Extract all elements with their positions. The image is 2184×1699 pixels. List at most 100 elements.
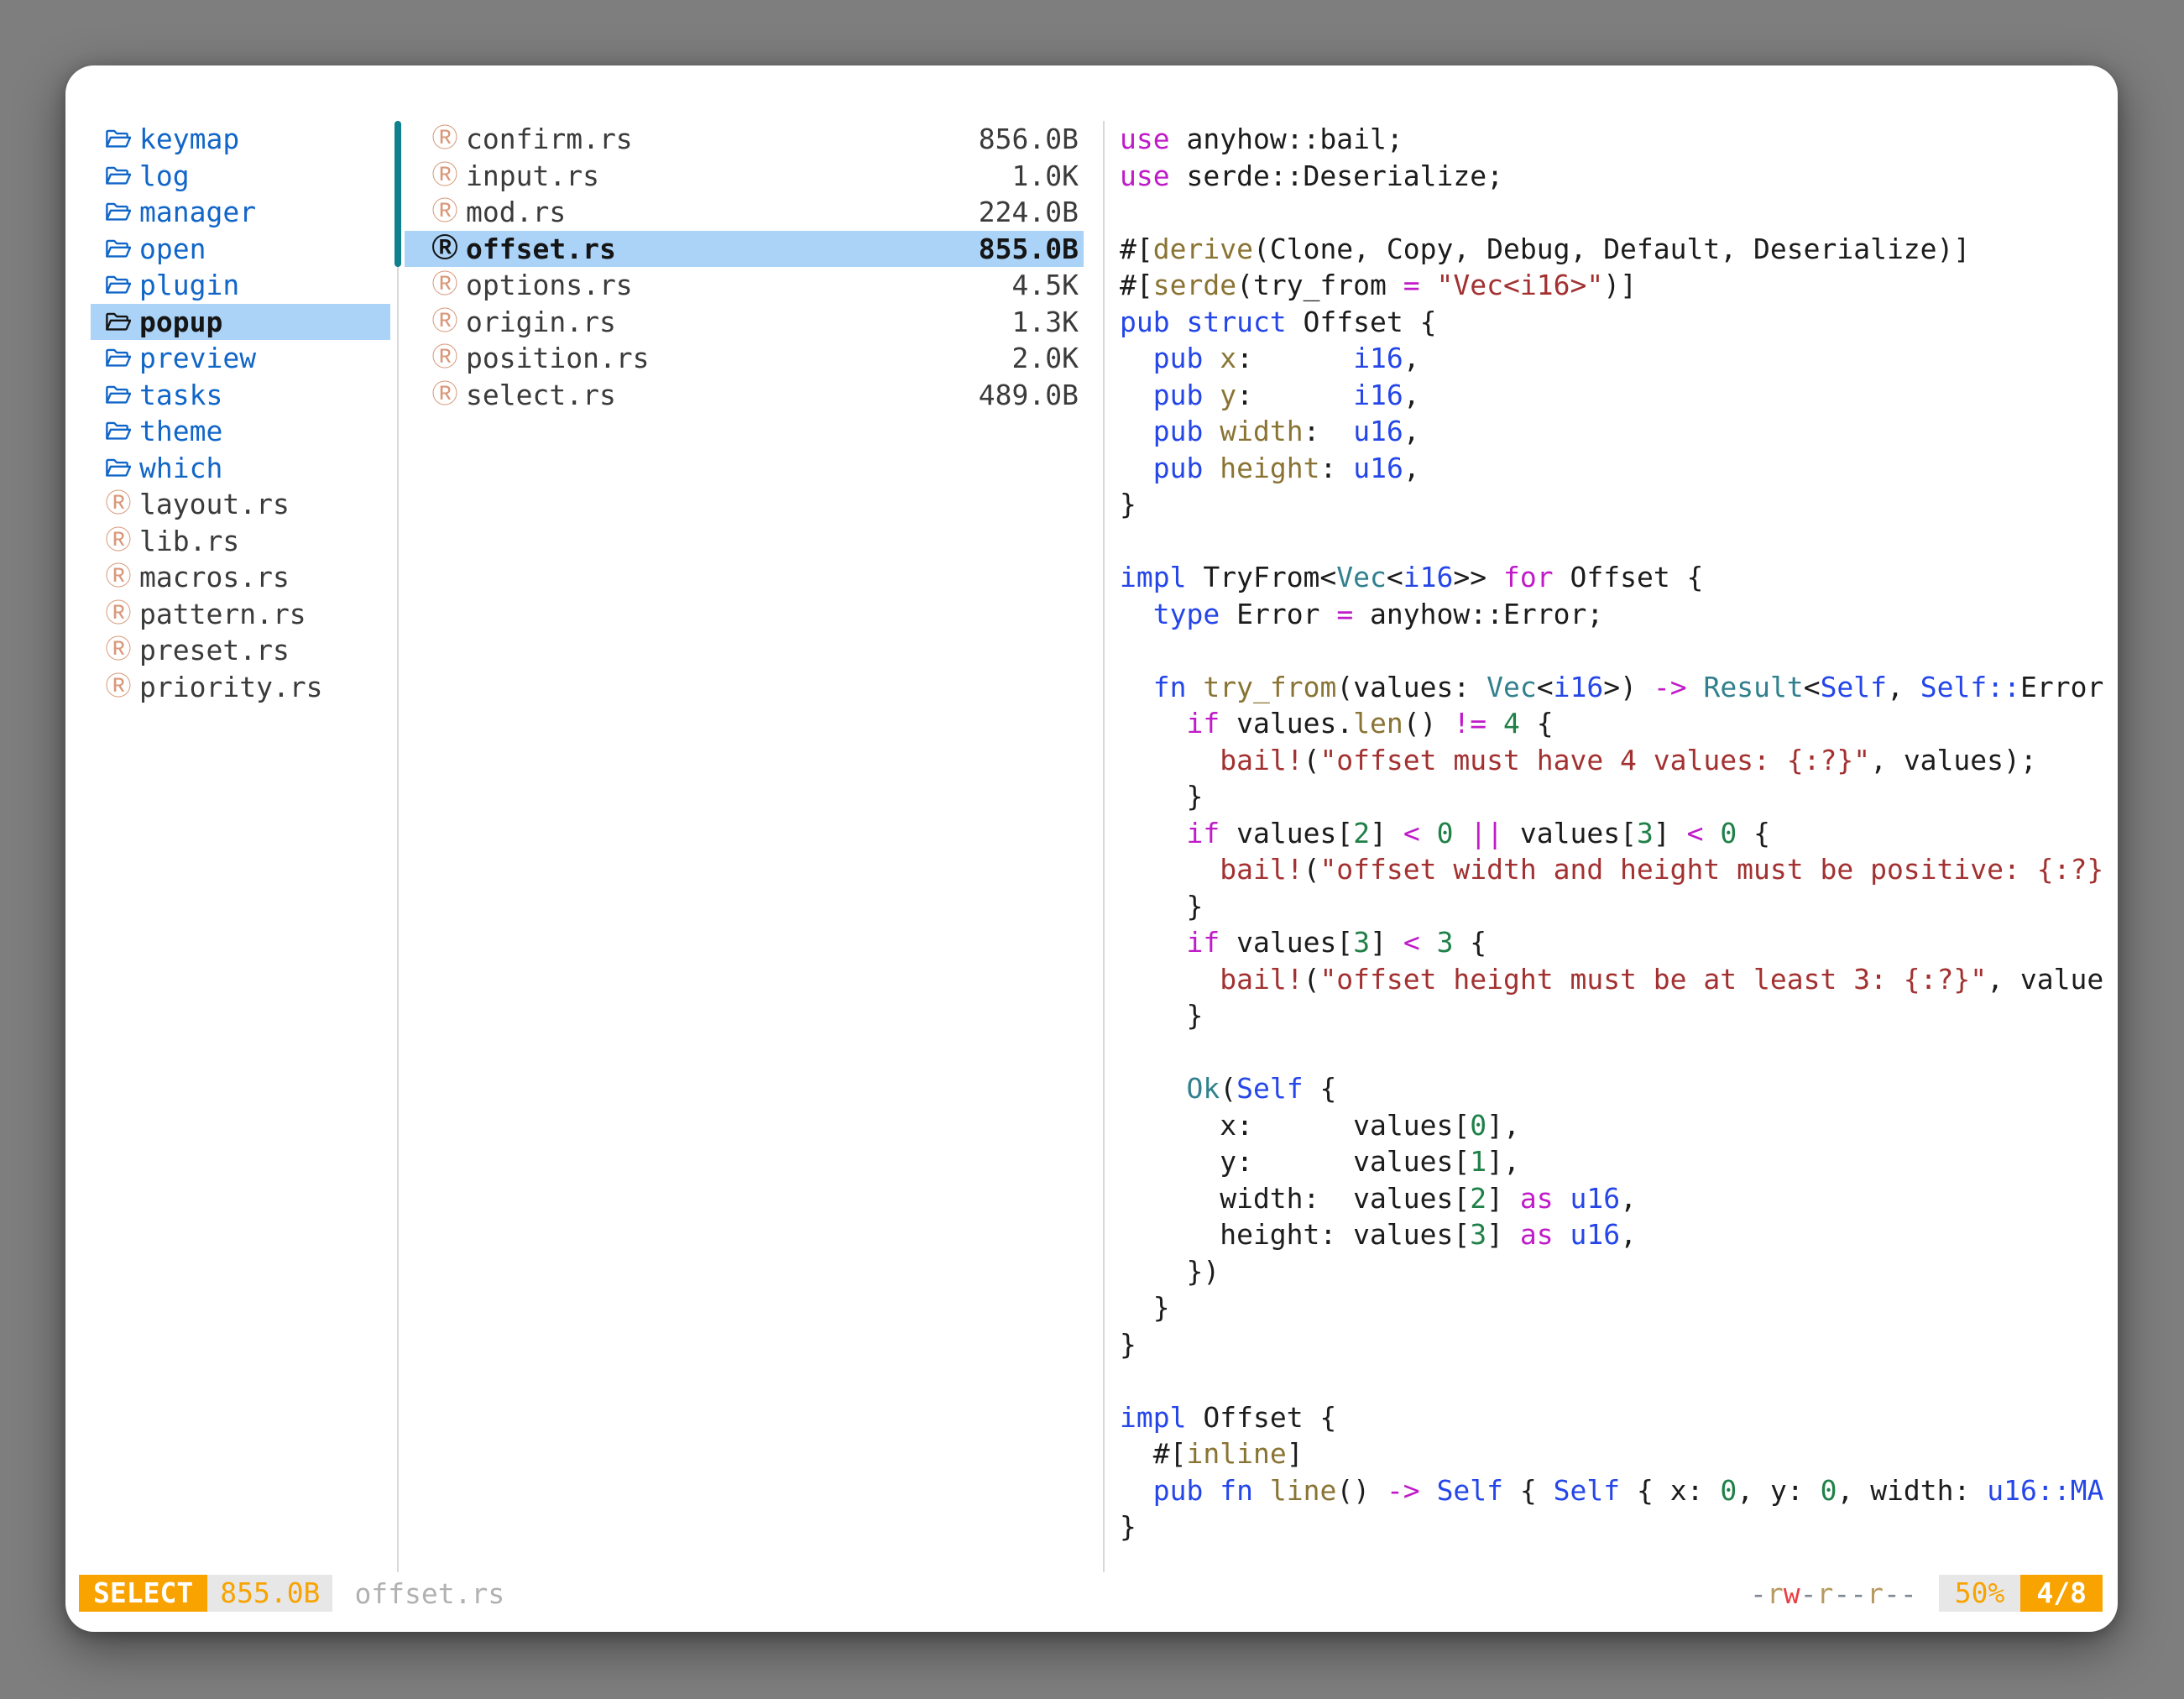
file-permissions: -rw-r--r-- bbox=[1750, 1577, 1917, 1610]
code-line: if values[2] < 0 || values[3] < 0 { bbox=[1120, 815, 2107, 852]
file-name: mod.rs bbox=[466, 196, 566, 228]
code-line: height: values[3] as u16, bbox=[1120, 1216, 2107, 1253]
file-list-scrollbar[interactable] bbox=[394, 121, 401, 267]
rust-icon: Ⓡ bbox=[105, 491, 132, 517]
sidebar-item-pattern-rs[interactable]: Ⓡpattern.rs bbox=[91, 596, 390, 633]
open-folder-icon bbox=[105, 201, 132, 223]
sidebar-item-macros-rs[interactable]: Ⓡmacros.rs bbox=[91, 559, 390, 596]
open-folder-icon bbox=[105, 238, 132, 260]
file-row-mod-rs[interactable]: Ⓡmod.rs 224.0B bbox=[405, 194, 1084, 231]
item-label: popup bbox=[139, 306, 222, 338]
item-label: preset.rs bbox=[139, 634, 290, 667]
file-row-select-rs[interactable]: Ⓡselect.rs489.0B bbox=[405, 377, 1084, 414]
file-row-position-rs[interactable]: Ⓡposition.rs2.0K bbox=[405, 340, 1084, 377]
rust-icon: Ⓡ bbox=[431, 272, 458, 298]
code-line: pub height: u16, bbox=[1120, 450, 2107, 487]
sidebar-item-priority-rs[interactable]: Ⓡpriority.rs bbox=[91, 669, 390, 706]
rust-icon: Ⓡ bbox=[105, 564, 132, 590]
code-line: }) bbox=[1120, 1253, 2107, 1290]
code-line: #[serde(try_from = "Vec<i16>")] bbox=[1120, 267, 2107, 304]
open-folder-icon bbox=[105, 128, 132, 150]
permission-segment: w bbox=[1784, 1577, 1800, 1610]
code-line: width: values[2] as u16, bbox=[1120, 1180, 2107, 1217]
file-row-offset-rs[interactable]: Ⓡoffset.rs855.0B bbox=[405, 231, 1084, 268]
status-bar-left: SELECT 855.0B offset.rs bbox=[79, 1575, 504, 1612]
status-bar: SELECT 855.0B offset.rs -rw-r--r-- 50% 4… bbox=[79, 1575, 2103, 1612]
file-row-origin-rs[interactable]: Ⓡorigin.rs1.3K bbox=[405, 304, 1084, 341]
sidebar-item-keymap[interactable]: keymap bbox=[91, 121, 390, 158]
code-preview-pane: use anyhow::bail;use serde::Deserialize;… bbox=[1105, 121, 2112, 1575]
permission-segment: r bbox=[1767, 1577, 1784, 1610]
file-name: confirm.rs bbox=[466, 123, 633, 155]
status-filename: offset.rs bbox=[354, 1577, 504, 1610]
item-label: layout.rs bbox=[139, 488, 290, 520]
code-line bbox=[1120, 1034, 2107, 1071]
code-line: } bbox=[1120, 1508, 2107, 1545]
item-label: preview bbox=[139, 342, 256, 374]
code-line bbox=[1120, 632, 2107, 669]
sidebar-item-manager[interactable]: manager bbox=[91, 194, 390, 231]
item-label: lib.rs bbox=[139, 525, 239, 557]
sidebar-item-preset-rs[interactable]: Ⓡpreset.rs bbox=[91, 632, 390, 669]
code-line: } bbox=[1120, 997, 2107, 1034]
file-row-input-rs[interactable]: Ⓡinput.rs1.0K bbox=[405, 158, 1084, 195]
open-folder-icon bbox=[105, 347, 132, 369]
file-size: 224.0B bbox=[979, 196, 1079, 228]
code-line: bail!("offset height must be at least 3:… bbox=[1120, 961, 2107, 998]
rust-icon: Ⓡ bbox=[105, 674, 132, 700]
rust-icon: Ⓡ bbox=[431, 126, 458, 152]
sidebar-item-theme[interactable]: theme bbox=[91, 413, 390, 450]
sidebar-item-which[interactable]: which bbox=[91, 450, 390, 487]
sidebar-item-popup[interactable]: popup bbox=[91, 304, 390, 341]
file-name: input.rs bbox=[466, 159, 599, 192]
file-size: 856.0B bbox=[979, 123, 1079, 155]
open-folder-icon bbox=[105, 165, 132, 187]
rust-icon: Ⓡ bbox=[431, 345, 458, 371]
code-line: if values[3] < 3 { bbox=[1120, 924, 2107, 961]
file-row-options-rs[interactable]: Ⓡoptions.rs 4.5K bbox=[405, 267, 1084, 304]
code-line: pub width: u16, bbox=[1120, 413, 2107, 450]
item-label: log bbox=[139, 159, 190, 192]
rust-icon: Ⓡ bbox=[431, 309, 458, 335]
item-label: plugin bbox=[139, 269, 239, 301]
sidebar-item-plugin[interactable]: plugin bbox=[91, 267, 390, 304]
item-label: keymap bbox=[139, 123, 239, 155]
sidebar-item-log[interactable]: log bbox=[91, 158, 390, 195]
sidebar-item-layout-rs[interactable]: Ⓡlayout.rs bbox=[91, 486, 390, 523]
code-line: bail!("offset must have 4 values: {:?}",… bbox=[1120, 742, 2107, 779]
code-line: pub fn line() -> Self { Self { x: 0, y: … bbox=[1120, 1472, 2107, 1509]
file-size: 1.3K bbox=[1012, 306, 1079, 338]
rust-icon: Ⓡ bbox=[431, 199, 458, 225]
file-size: 4.5K bbox=[1012, 269, 1079, 301]
file-name: select.rs bbox=[466, 379, 616, 411]
sidebar-item-preview[interactable]: preview bbox=[91, 340, 390, 377]
rust-icon: Ⓡ bbox=[431, 236, 458, 262]
rust-icon: Ⓡ bbox=[431, 382, 458, 408]
item-label: priority.rs bbox=[139, 671, 323, 703]
code-line: if values.len() != 4 { bbox=[1120, 705, 2107, 742]
code-line bbox=[1120, 1362, 2107, 1399]
rust-icon: Ⓡ bbox=[105, 528, 132, 554]
code-line: fn try_from(values: Vec<i16>) -> Result<… bbox=[1120, 669, 2107, 706]
permission-segment: - bbox=[1800, 1577, 1817, 1610]
file-size: 855.0B bbox=[979, 233, 1079, 265]
rust-icon: Ⓡ bbox=[105, 637, 132, 663]
file-name: options.rs bbox=[466, 269, 633, 301]
file-size: 2.0K bbox=[1012, 342, 1079, 374]
file-size-chip: 855.0B bbox=[207, 1575, 332, 1612]
code-line: x: values[0], bbox=[1120, 1107, 2107, 1144]
permission-segment: - bbox=[1750, 1577, 1767, 1610]
open-folder-icon bbox=[105, 457, 132, 479]
sidebar-item-tasks[interactable]: tasks bbox=[91, 377, 390, 414]
sidebar-item-open[interactable]: open bbox=[91, 231, 390, 268]
permission-segment: r bbox=[1867, 1577, 1884, 1610]
item-label: pattern.rs bbox=[139, 598, 306, 630]
sidebar-item-lib-rs[interactable]: Ⓡlib.rs bbox=[91, 523, 390, 560]
code-line: pub x: i16, bbox=[1120, 340, 2107, 377]
rust-icon: Ⓡ bbox=[105, 601, 132, 627]
file-row-confirm-rs[interactable]: Ⓡconfirm.rs 856.0B bbox=[405, 121, 1084, 158]
code-line: bail!("offset width and height must be p… bbox=[1120, 851, 2107, 888]
code-line: use serde::Deserialize; bbox=[1120, 158, 2107, 195]
code-line bbox=[1120, 523, 2107, 560]
code-line: pub struct Offset { bbox=[1120, 304, 2107, 341]
